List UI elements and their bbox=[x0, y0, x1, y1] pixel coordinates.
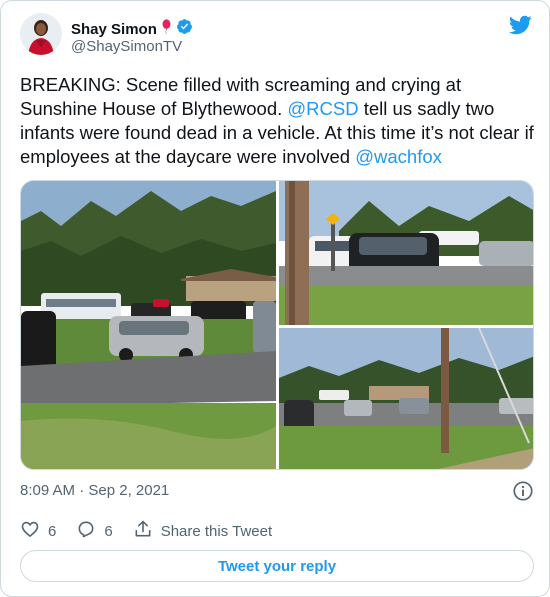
avatar[interactable] bbox=[20, 13, 62, 55]
reply-count: 6 bbox=[104, 522, 113, 540]
display-name[interactable]: Shay Simon bbox=[71, 21, 157, 38]
tweet-timestamp[interactable]: 8:09 AM · Sep 2, 2021 bbox=[20, 482, 169, 499]
reply-icon bbox=[76, 519, 96, 543]
tweet-card: Shay Simon @ShaySimonTV BREAKING: Scene … bbox=[0, 0, 550, 597]
like-count: 6 bbox=[48, 522, 57, 540]
like-button[interactable]: 6 bbox=[20, 519, 56, 543]
tweet-photo-3[interactable] bbox=[279, 328, 533, 469]
tweet-header: Shay Simon @ShaySimonTV bbox=[20, 13, 532, 63]
mention-link-wachfox[interactable]: @wachfox bbox=[355, 146, 442, 167]
heart-icon bbox=[20, 519, 40, 543]
verified-badge-icon bbox=[176, 18, 193, 40]
handle[interactable]: @ShaySimonTV bbox=[71, 38, 182, 55]
media-grid bbox=[20, 180, 534, 470]
balloon-emoji-icon bbox=[161, 19, 172, 39]
mention-link-rcsd[interactable]: @RCSD bbox=[287, 98, 358, 119]
tweet-your-reply-button[interactable]: Tweet your reply bbox=[20, 550, 534, 582]
share-icon bbox=[133, 519, 153, 543]
tweet-actions: 6 6 Share this Tweet bbox=[20, 520, 292, 542]
name-row: Shay Simon bbox=[71, 18, 193, 40]
reply-count-button[interactable]: 6 bbox=[76, 519, 113, 543]
tweet-photo-2[interactable] bbox=[279, 181, 533, 325]
share-button[interactable]: Share this Tweet bbox=[133, 519, 272, 543]
info-icon[interactable] bbox=[512, 480, 534, 502]
twitter-bird-icon[interactable] bbox=[508, 13, 532, 37]
share-label: Share this Tweet bbox=[160, 522, 273, 540]
tweet-photo-1[interactable] bbox=[21, 181, 276, 469]
tweet-text: BREAKING: Scene filled with screaming an… bbox=[20, 73, 536, 169]
